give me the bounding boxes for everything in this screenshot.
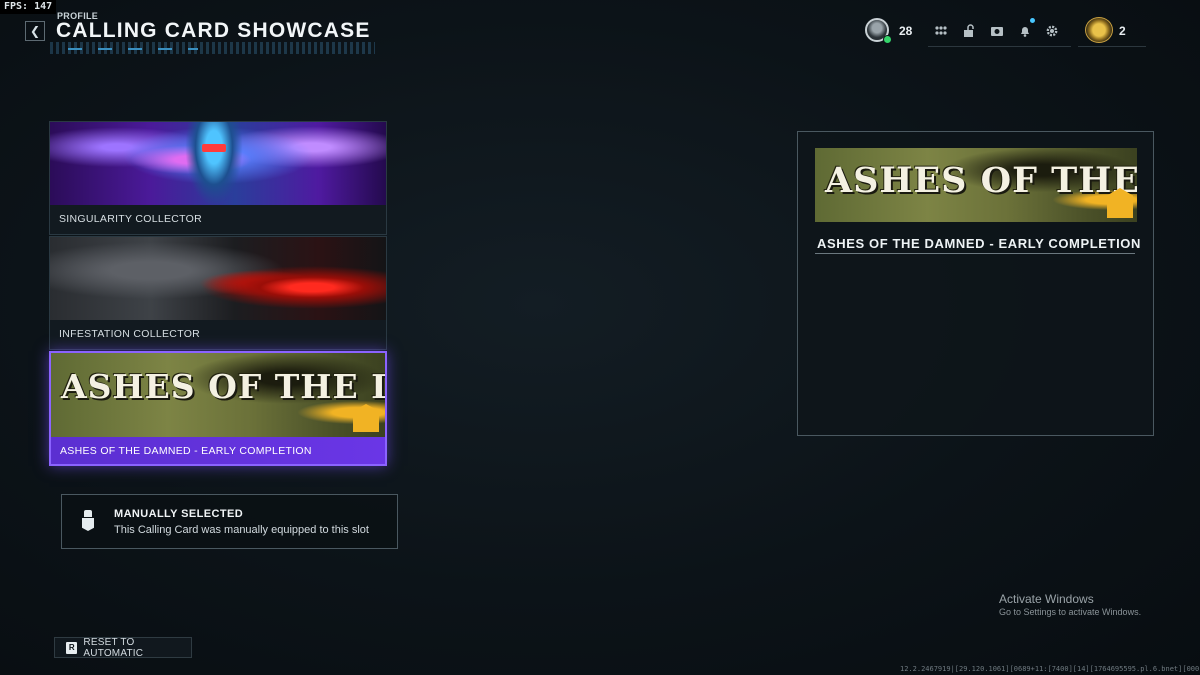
card-label: ASHES OF THE DAMNED - EARLY COMPLETION — [60, 445, 312, 457]
card-label: SINGULARITY COLLECTOR — [59, 213, 203, 225]
notification-dot — [1030, 18, 1035, 23]
hero-visor-image — [202, 144, 226, 152]
card-preview-panel: ASHES OF THE DA ASHES OF THE DAMNED - EA… — [797, 131, 1154, 436]
page-title: CALLING CARD SHOWCASE — [56, 19, 371, 42]
manual-select-icon — [82, 510, 94, 532]
preview-divider — [815, 253, 1135, 254]
ashes-logo-text: ASHES OF THE DA — [61, 367, 385, 406]
chevron-left-icon: ❮ — [29, 24, 41, 38]
card-label: INFESTATION COLLECTOR — [59, 328, 201, 340]
player-level: 28 — [899, 24, 913, 38]
activate-windows-title: Activate Windows — [999, 592, 1094, 606]
fps-counter: FPS: 147 — [0, 0, 57, 14]
build-info: 12.2.2467919|[29.120.1061][0689+11:[7400… — [900, 665, 1200, 673]
bell-icon[interactable] — [1018, 24, 1032, 38]
info-title: MANUALLY SELECTED — [114, 508, 244, 520]
online-status-dot — [883, 35, 892, 44]
prestige-badge-icon[interactable] — [1085, 17, 1113, 43]
info-description: This Calling Card was manually equipped … — [114, 524, 369, 536]
unlock-icon[interactable] — [962, 24, 976, 38]
reset-label: RESET TO AUTOMATIC — [83, 636, 144, 659]
r-key-icon: R — [66, 641, 78, 654]
back-button[interactable]: ❮ — [25, 21, 45, 41]
grid-icon[interactable] — [934, 24, 948, 38]
prestige-level: 2 — [1119, 24, 1126, 38]
card-label-bar: SINGULARITY COLLECTOR — [50, 205, 386, 234]
camera-icon[interactable] — [990, 24, 1004, 38]
calling-card-slot-1[interactable]: SINGULARITY COLLECTOR — [49, 121, 387, 235]
activate-windows-subtitle: Go to Settings to activate Windows. — [999, 607, 1142, 617]
reset-to-automatic-button[interactable]: R RESET TO AUTOMATIC — [54, 636, 192, 659]
singularity-card-art — [50, 122, 386, 206]
zombie-badge-icon — [353, 404, 379, 432]
calling-card-slot-2[interactable]: INFESTATION COLLECTOR — [49, 236, 387, 350]
gear-icon[interactable] — [1045, 24, 1059, 38]
hero-figure-image — [185, 122, 243, 206]
infestation-card-art — [50, 237, 386, 321]
card-label-bar: ASHES OF THE DAMNED - EARLY COMPLETION — [51, 437, 385, 464]
preview-card-name: ASHES OF THE DAMNED - EARLY COMPLETION — [817, 236, 1141, 251]
topbar-icon-group — [928, 16, 1071, 47]
card-label-bar: INFESTATION COLLECTOR — [50, 320, 386, 349]
calling-card-slot-3[interactable]: ASHES OF THE DA ASHES OF THE DAMNED - EA… — [49, 351, 387, 466]
ashes-logo-text: ASHES OF THE DA — [825, 160, 1137, 201]
title-decoration-line — [68, 48, 198, 50]
selection-info-box: MANUALLY SELECTED This Calling Card was … — [61, 494, 398, 549]
ashes-card-art: ASHES OF THE DA — [51, 353, 385, 438]
preview-card-art: ASHES OF THE DA — [815, 148, 1137, 222]
